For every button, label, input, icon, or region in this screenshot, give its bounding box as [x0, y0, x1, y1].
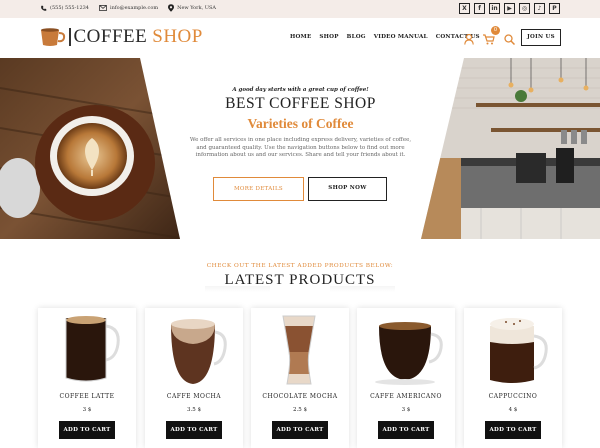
- caffe-mocha-image: [171, 319, 227, 384]
- cart-count-badge: 0: [491, 26, 500, 35]
- nav-shop[interactable]: SHOP: [319, 34, 338, 40]
- shop-now-button[interactable]: SHOP NOW: [308, 177, 387, 201]
- coffee-cup-photo: [0, 58, 180, 239]
- phone-text: (555) 555-1234: [50, 5, 89, 11]
- caffe-americano-image: [375, 322, 443, 385]
- join-us-button[interactable]: JOIN US: [521, 29, 561, 46]
- nav-home[interactable]: HOME: [290, 34, 311, 40]
- add-to-cart-button[interactable]: ADD TO CART: [59, 421, 115, 439]
- hero-section: A good day starts with a great cup of co…: [0, 58, 600, 239]
- email-text: info@example.com: [110, 5, 159, 11]
- nav-blog[interactable]: BLOG: [347, 34, 366, 40]
- product-card-chocolate-mocha[interactable]: CHOCOLATE MOCHA 2.5 $ ADD TO CART: [251, 308, 349, 448]
- search-icon[interactable]: [504, 34, 515, 45]
- product-price: 3 $: [82, 407, 92, 413]
- hero-tagline: A good day starts with a great cup of co…: [232, 87, 369, 93]
- header: COFFEE SHOP HOME SHOP BLOG VIDEO MANUAL …: [0, 18, 600, 58]
- logo-divider: [69, 28, 71, 46]
- product-name: CAPPUCCINO: [488, 393, 538, 400]
- nav-video-manual[interactable]: VIDEO MANUAL: [374, 34, 428, 40]
- products-subtitle: CHECK OUT THE LATEST ADDED PRODUCTS BELO…: [206, 263, 394, 269]
- products-title: LATEST PRODUCTS: [0, 272, 600, 292]
- phone-info[interactable]: (555) 555-1234: [40, 5, 89, 12]
- product-price: 2.5 $: [293, 407, 307, 413]
- facebook-icon[interactable]: f: [474, 3, 485, 14]
- tiktok-icon[interactable]: ♪: [534, 3, 545, 14]
- header-icons: 0: [464, 26, 515, 49]
- cart-icon: [483, 34, 495, 45]
- hero-content: A good day starts with a great cup of co…: [180, 58, 421, 239]
- logo-text-coffee: COFFEE: [73, 26, 148, 47]
- product-name: CHOCOLATE MOCHA: [262, 393, 338, 400]
- phone-icon: [41, 5, 47, 11]
- logo-text-shop: SHOP: [152, 26, 203, 47]
- top-bar: (555) 555-1234 info@example.com New York…: [0, 0, 600, 18]
- product-card-cappuccino[interactable]: CAPPUCCINO 4 $ ADD TO CART: [464, 308, 562, 448]
- coffee-shop-interior-photo: [421, 58, 600, 239]
- logo[interactable]: COFFEE SHOP: [40, 26, 203, 48]
- add-to-cart-button[interactable]: ADD TO CART: [485, 421, 541, 439]
- user-icon[interactable]: [464, 34, 474, 45]
- coffee-latte-image: [65, 316, 120, 382]
- add-to-cart-button[interactable]: ADD TO CART: [272, 421, 328, 439]
- hero-description: We offer all services in one place inclu…: [189, 137, 412, 158]
- product-card-caffe-mocha[interactable]: CAFFE MOCHA 3.5 $ ADD TO CART: [145, 308, 243, 448]
- pinterest-icon[interactable]: P: [549, 3, 560, 14]
- product-name: COFFEE LATTE: [59, 393, 115, 400]
- coffee-cup-logo-icon: [41, 28, 66, 46]
- cappuccino-image: [490, 318, 548, 383]
- product-name: CAFFE MOCHA: [166, 393, 222, 400]
- product-card-coffee-latte[interactable]: COFFEE LATTE 3 $ ADD TO CART: [38, 308, 136, 448]
- product-card-caffe-americano[interactable]: CAFFE AMERICANO 3 $ ADD TO CART: [357, 308, 455, 448]
- cart-button[interactable]: 0: [483, 26, 500, 49]
- hero-title: BEST COFFEE SHOP: [225, 95, 376, 112]
- add-to-cart-button[interactable]: ADD TO CART: [166, 421, 222, 439]
- location-pin-icon: [168, 4, 175, 12]
- product-price: 3.5 $: [187, 407, 201, 413]
- location-text: New York, USA: [177, 5, 217, 11]
- social-links: X f in ▶ ◎ ♪ P: [459, 3, 560, 14]
- more-details-button[interactable]: MORE DETAILS: [213, 177, 304, 201]
- product-name: CAFFE AMERICANO: [370, 393, 442, 400]
- linkedin-icon[interactable]: in: [489, 3, 500, 14]
- add-to-cart-button[interactable]: ADD TO CART: [378, 421, 434, 439]
- product-price: 4 $: [508, 407, 518, 413]
- x-icon[interactable]: X: [459, 3, 470, 14]
- main-nav: HOME SHOP BLOG VIDEO MANUAL CONTACT US: [290, 34, 480, 40]
- chocolate-mocha-image: [282, 315, 316, 385]
- product-price: 3 $: [401, 407, 411, 413]
- youtube-icon[interactable]: ▶: [504, 3, 515, 14]
- mail-icon: [99, 5, 107, 11]
- location-info: New York, USA: [168, 4, 216, 12]
- instagram-icon[interactable]: ◎: [519, 3, 530, 14]
- hero-subtitle: Varieties of Coffee: [247, 116, 354, 131]
- email-info[interactable]: info@example.com: [99, 5, 158, 11]
